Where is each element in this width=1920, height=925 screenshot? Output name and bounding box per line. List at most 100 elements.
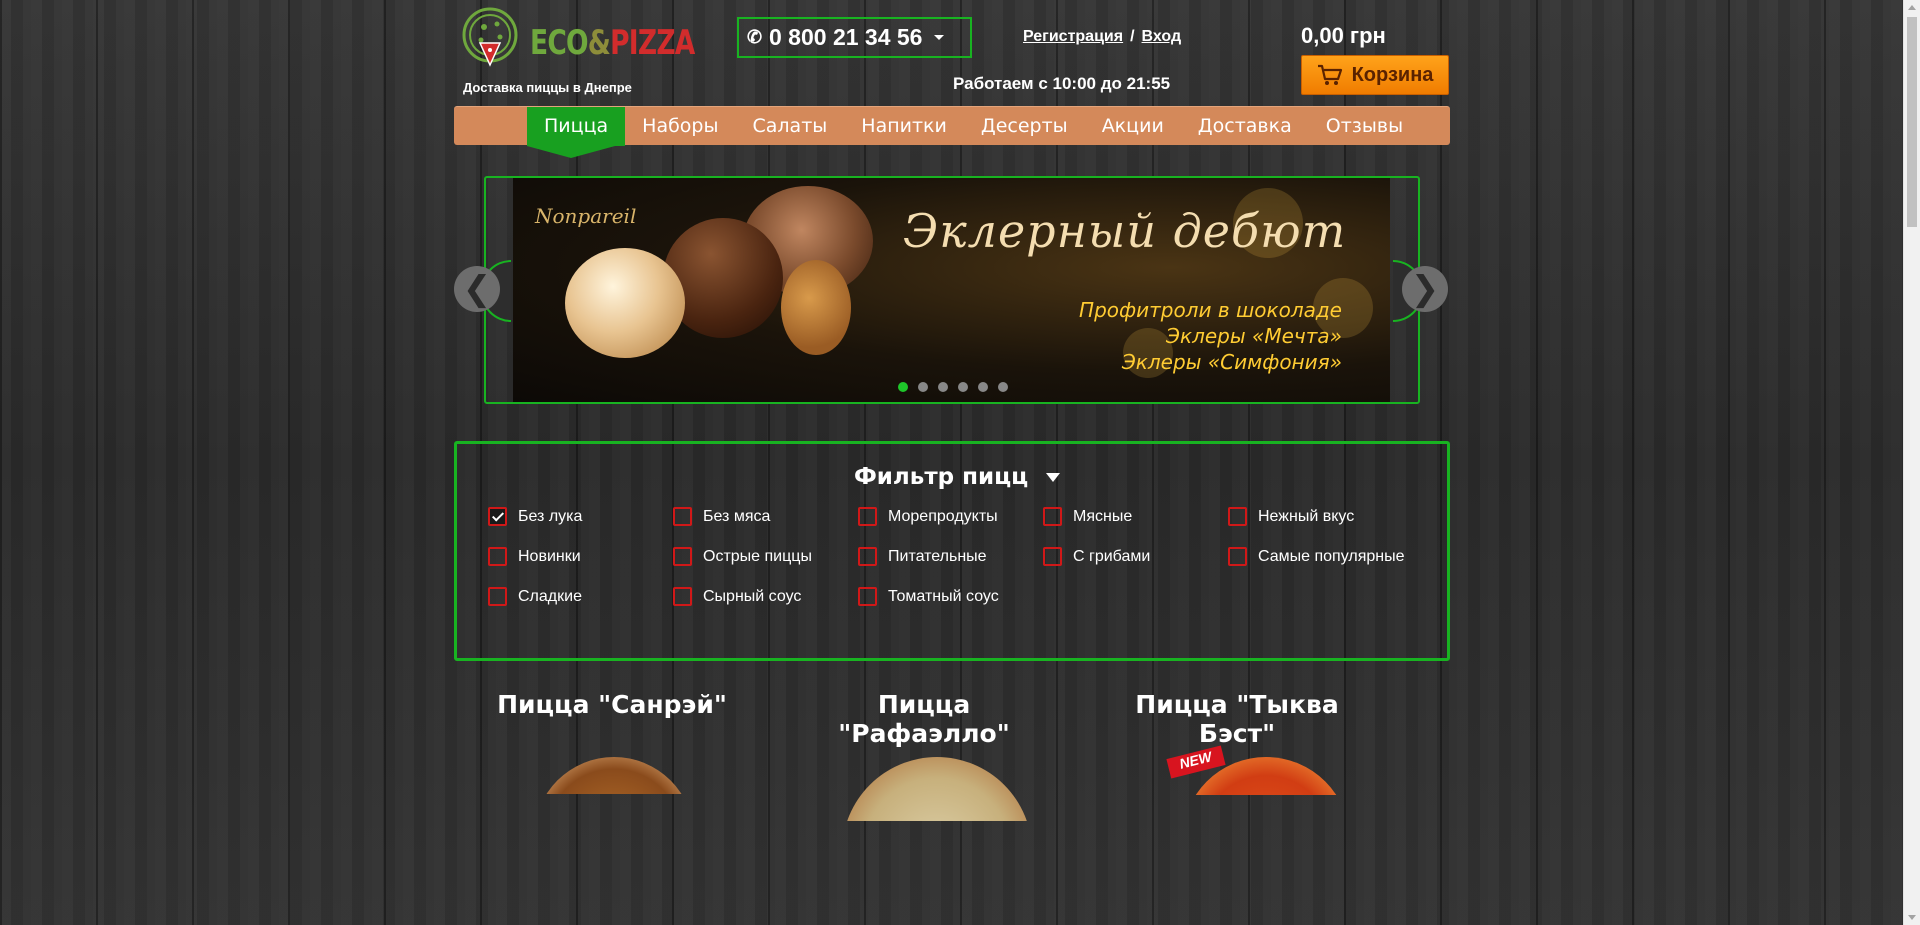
slider-dot[interactable]: [998, 382, 1008, 392]
slide-line-3: Эклеры «Симфония»: [1121, 350, 1342, 374]
logo-wordmark: ECO&PIZZA: [530, 23, 695, 63]
filter-option-label: Нежный вкус: [1258, 507, 1355, 525]
filter-checkbox[interactable]: [488, 547, 507, 566]
filter-option-label: Острые пиццы: [703, 547, 812, 565]
phone-dropdown[interactable]: ✆ 0 800 21 34 56: [737, 17, 972, 58]
product-image[interactable]: [842, 757, 1032, 821]
filter-option[interactable]: Томатный соус: [858, 587, 999, 606]
product-title[interactable]: Пицца "Рафаэлло": [794, 690, 1054, 748]
filter-option-label: Новинки: [518, 547, 581, 565]
product-image[interactable]: [534, 757, 694, 794]
filter-checkbox[interactable]: [858, 547, 877, 566]
filter-checkbox[interactable]: [488, 507, 507, 526]
filter-option-label: Самые популярные: [1258, 547, 1405, 565]
slider-prev-button[interactable]: ❮: [454, 266, 500, 312]
filter-option[interactable]: Морепродукты: [858, 507, 998, 526]
filter-option[interactable]: Самые популярные: [1228, 547, 1404, 566]
filter-checkbox[interactable]: [1228, 507, 1247, 526]
filter-option[interactable]: Нежный вкус: [1228, 507, 1354, 526]
cream-puff-image: [565, 248, 685, 358]
logo-amp-text: &: [587, 23, 611, 63]
page-container: ECO&PIZZA Доставка пиццы в Днепре ✆ 0 80…: [454, 0, 1450, 925]
slider-dot[interactable]: [938, 382, 948, 392]
filter-option-label: Мясные: [1073, 507, 1133, 525]
promo-slide[interactable]: Nonpareil Эклерный дебют Профитроли в шо…: [513, 178, 1390, 402]
phone-icon: ✆: [747, 27, 763, 47]
filter-option[interactable]: Питательные: [858, 547, 987, 566]
filter-option[interactable]: Сырный соус: [673, 587, 801, 606]
site-tagline: Доставка пиццы в Днепре: [463, 80, 632, 95]
filter-checkbox[interactable]: [858, 587, 877, 606]
login-link[interactable]: Вход: [1142, 28, 1182, 45]
main-navigation: Пицца Наборы Салаты Напитки Десерты Акции Дост…: [454, 106, 1450, 158]
slide-line-2: Эклеры «Мечта»: [1166, 324, 1342, 348]
cart-button-label: Корзина: [1351, 63, 1434, 86]
chevron-down-icon: [1046, 472, 1061, 482]
filter-option-label: Питательные: [888, 547, 987, 565]
menu-item[interactable]: Акции: [1085, 107, 1181, 146]
logo-pizza-text: PIZZA: [610, 23, 695, 63]
filter-option-label: Томатный соус: [888, 587, 999, 605]
register-link[interactable]: Регистрация: [1023, 28, 1123, 45]
cart-button[interactable]: Корзина: [1301, 55, 1449, 95]
slider-dot[interactable]: [898, 382, 908, 392]
filter-option-label: Без лука: [518, 507, 583, 525]
product-title[interactable]: Пицца "Тыква Бэст": [1102, 690, 1372, 748]
filter-option[interactable]: С грибами: [1043, 547, 1150, 566]
filter-checkbox[interactable]: [1043, 547, 1062, 566]
auth-separator: /: [1130, 28, 1135, 45]
cart-icon: [1317, 64, 1342, 85]
scroll-up-arrow[interactable]: [1908, 5, 1916, 10]
pizza-filter: Фильтр пицц Без лука Без мяса Морепродукты…: [454, 441, 1450, 661]
eclair-image: [781, 260, 851, 355]
filter-toggle[interactable]: Фильтр пицц: [854, 464, 1061, 490]
site-logo[interactable]: ECO&PIZZA: [460, 5, 695, 75]
filter-checkbox[interactable]: [1043, 507, 1062, 526]
auth-links: Регистрация / Вход: [1023, 28, 1181, 46]
filter-option[interactable]: Острые пиццы: [673, 547, 812, 566]
filter-title: Фильтр пицц: [854, 464, 1029, 490]
filter-option-label: Морепродукты: [888, 507, 998, 525]
filter-option[interactable]: Сладкие: [488, 587, 582, 606]
filter-option-label: Сладкие: [518, 587, 582, 605]
filter-checkbox[interactable]: [673, 507, 692, 526]
slider-pagination: [898, 382, 1008, 392]
menu-item[interactable]: Салаты: [736, 107, 845, 146]
slider-dot[interactable]: [978, 382, 988, 392]
filter-option[interactable]: Новинки: [488, 547, 581, 566]
slider-dot[interactable]: [958, 382, 968, 392]
logo-eco-text: ECO: [530, 23, 589, 63]
filter-option-label: С грибами: [1073, 547, 1151, 565]
menu-item[interactable]: Наборы: [625, 107, 735, 146]
scroll-down-arrow[interactable]: [1908, 915, 1916, 920]
filter-option-label: Сырный соус: [703, 587, 802, 605]
filter-checkbox[interactable]: [858, 507, 877, 526]
scrollbar-thumb[interactable]: [1907, 17, 1917, 227]
phone-number: 0 800 21 34 56: [769, 24, 923, 50]
menu-item[interactable]: Напитки: [844, 107, 964, 146]
menu-item[interactable]: Доставка: [1181, 107, 1309, 146]
chevron-down-icon: [934, 35, 945, 40]
filter-checkbox[interactable]: [488, 587, 507, 606]
menu-item[interactable]: Отзывы: [1309, 107, 1420, 146]
product-title[interactable]: Пицца "Санрэй": [492, 690, 732, 719]
slide-line-1: Профитроли в шоколаде: [1079, 298, 1342, 322]
filter-option[interactable]: Без лука: [488, 507, 582, 526]
page-scrollbar[interactable]: [1903, 0, 1920, 925]
slide-brand: Nonpareil: [535, 204, 637, 228]
slider-next-button[interactable]: ❯: [1402, 266, 1448, 312]
main-navigation-items: Пицца Наборы Салаты Напитки Десерты Акции Дост…: [454, 107, 1450, 158]
filter-checkbox[interactable]: [673, 547, 692, 566]
menu-item[interactable]: Пицца: [527, 107, 626, 158]
slide-headline: Эклерный дебют: [903, 204, 1347, 258]
working-hours: Работаем с 10:00 до 21:55: [953, 74, 1171, 93]
filter-checkbox[interactable]: [1228, 547, 1247, 566]
menu-item[interactable]: Десерты: [964, 107, 1085, 146]
filter-checkbox[interactable]: [673, 587, 692, 606]
filter-option[interactable]: Без мяса: [673, 507, 770, 526]
pizza-slice-logo-icon: [462, 7, 518, 67]
slider-dot[interactable]: [918, 382, 928, 392]
filter-option[interactable]: Мясные: [1043, 507, 1132, 526]
cart-total: 0,00 грн: [1301, 23, 1386, 48]
filter-option-label: Без мяса: [703, 507, 771, 525]
